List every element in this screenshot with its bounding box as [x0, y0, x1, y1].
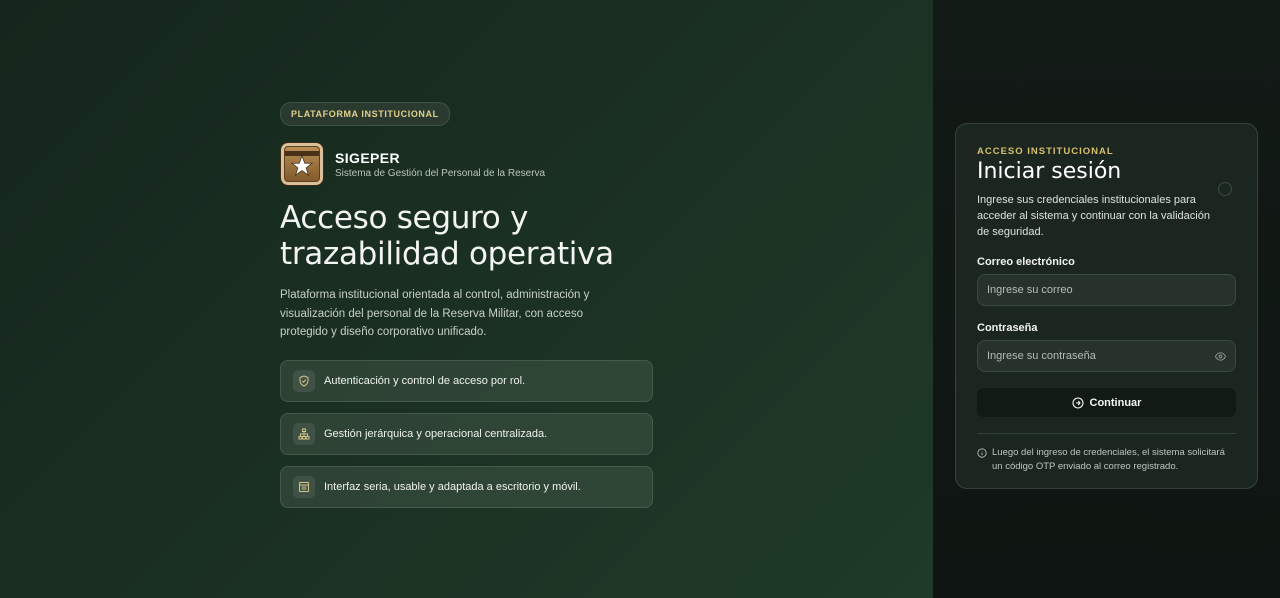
- feature-item-access-control: Autenticación y control de acceso por ro…: [280, 360, 653, 402]
- feature-list: Autenticación y control de acceso por ro…: [280, 360, 653, 519]
- brand-text: SIGEPER Sistema de Gestión del Personal …: [335, 150, 545, 179]
- password-field-wrapper: [977, 340, 1236, 372]
- feature-label: Autenticación y control de acceso por ro…: [324, 375, 526, 387]
- email-input[interactable]: [978, 275, 1235, 305]
- hero-description: Plataforma institucional orientada al co…: [280, 289, 590, 338]
- headline-line-1: Acceso seguro y: [280, 200, 529, 236]
- email-label: Correo electrónico: [977, 256, 1075, 268]
- feature-label: Interfaz seria, usable y adaptada a escr…: [324, 481, 581, 493]
- feature-item-interface: Interfaz seria, usable y adaptada a escr…: [280, 466, 653, 508]
- login-eyebrow: ACCESO INSTITUCIONAL: [977, 146, 1114, 157]
- help-circle-icon: [1218, 182, 1232, 196]
- hero-headline: Acceso seguro y trazabilidad operativa: [280, 200, 660, 272]
- brand-subtitle: Sistema de Gestión del Personal de la Re…: [335, 167, 546, 179]
- hero-section: PLATAFORMA INSTITUCIONAL SIGEPER Sistema…: [280, 102, 660, 342]
- brand-logo-icon: [280, 142, 324, 186]
- otp-note: Luego del ingreso de credenciales, el si…: [977, 446, 1236, 474]
- layout-icon: [293, 476, 315, 498]
- eye-icon[interactable]: [1215, 351, 1226, 362]
- continue-button-label: Continuar: [1089, 396, 1142, 409]
- continue-button[interactable]: Continuar: [977, 388, 1236, 417]
- brand: SIGEPER Sistema de Gestión del Personal …: [280, 142, 660, 186]
- login-subtitle: Ingrese sus credenciales institucionales…: [977, 194, 1210, 238]
- info-icon: [977, 448, 987, 458]
- feature-label: Gestión jerárquica y operacional central…: [324, 428, 548, 440]
- brand-name: SIGEPER: [335, 149, 401, 166]
- feature-item-hierarchy: Gestión jerárquica y operacional central…: [280, 413, 653, 455]
- email-field-wrapper: [977, 274, 1236, 306]
- password-label: Contraseña: [977, 322, 1038, 334]
- otp-note-text: Luego del ingreso de credenciales, el si…: [992, 447, 1225, 472]
- headline-line-2: trazabilidad operativa: [280, 236, 614, 272]
- password-input[interactable]: [978, 341, 1235, 371]
- platform-badge: PLATAFORMA INSTITUCIONAL: [280, 102, 450, 126]
- card-divider: [977, 433, 1236, 434]
- login-title: Iniciar sesión: [977, 159, 1122, 184]
- hierarchy-icon: [293, 423, 315, 445]
- login-card: ACCESO INSTITUCIONAL Iniciar sesión Ingr…: [955, 123, 1258, 489]
- arrow-right-circle-icon: [1071, 396, 1084, 409]
- shield-icon: [293, 370, 315, 392]
